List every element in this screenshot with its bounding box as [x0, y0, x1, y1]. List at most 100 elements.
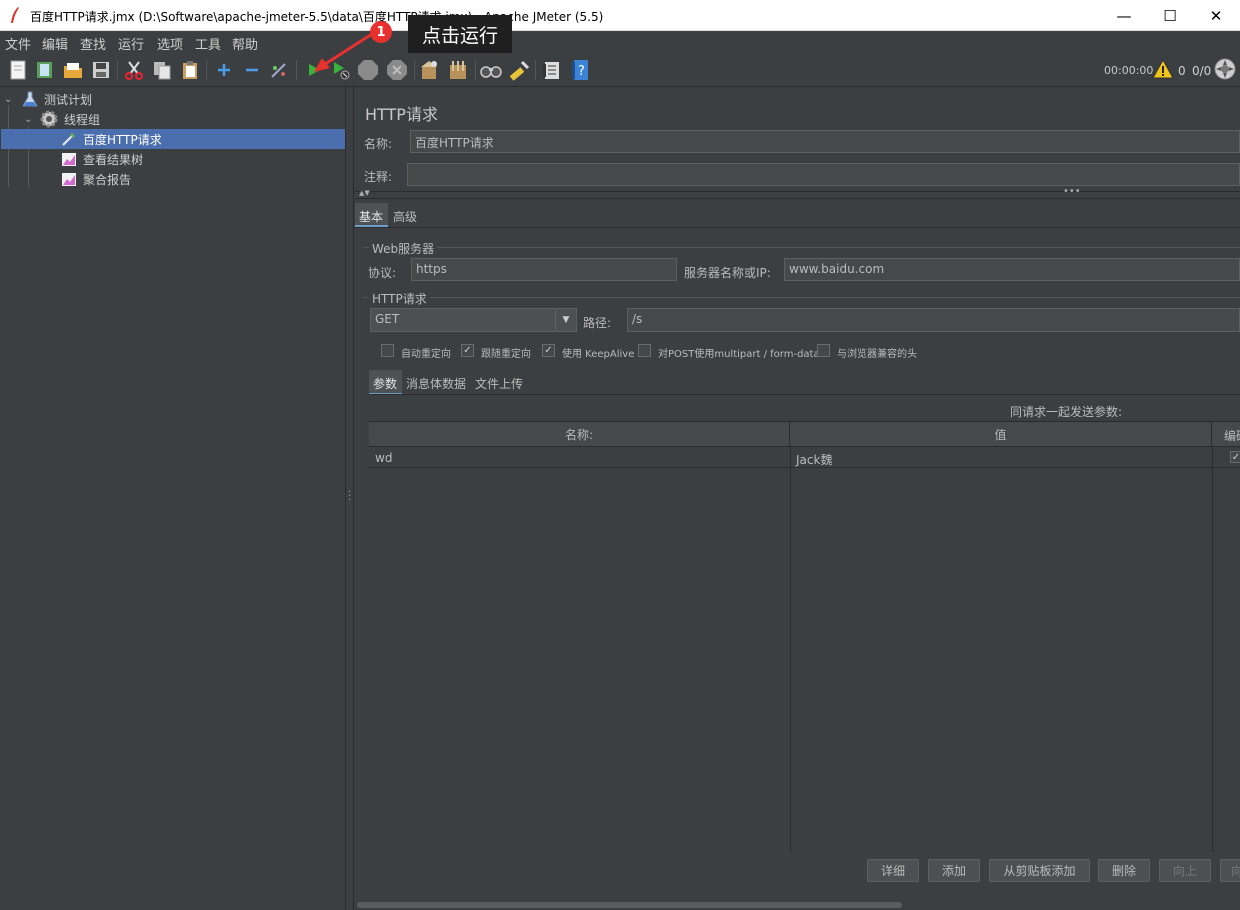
tree-node-label: 聚合报告 — [83, 172, 132, 187]
menu-options[interactable]: 选项 — [157, 34, 183, 53]
expand-icon[interactable] — [213, 59, 235, 81]
keepalive-label: 使用 KeepAlive — [562, 349, 635, 360]
templates-icon[interactable] — [34, 59, 56, 81]
more-icon[interactable]: ••• — [1063, 186, 1081, 197]
reset-search-icon[interactable] — [508, 59, 530, 81]
column-header-value[interactable]: 值 — [790, 422, 1212, 447]
menu-edit[interactable]: 编辑 — [42, 34, 68, 53]
name-label: 名称: — [364, 137, 393, 151]
follow-redirect-checkbox[interactable]: ✓ — [461, 344, 474, 357]
chevron-down-icon[interactable]: ▼ — [555, 309, 576, 331]
server-label: 服务器名称或IP: — [684, 266, 771, 280]
warning-count: 0 — [1178, 64, 1186, 78]
pipette-icon — [62, 133, 75, 146]
name-field[interactable]: 百度HTTP请求 — [410, 130, 1240, 153]
tree-node-thread-group[interactable]: ⌄ 线程组 — [24, 109, 100, 129]
column-header-name[interactable]: 名称: — [369, 422, 790, 447]
scrollbar-thumb[interactable] — [357, 902, 902, 908]
svg-text:?: ? — [578, 64, 585, 79]
tree-node-view-results-tree[interactable]: 查看结果树 — [61, 149, 143, 169]
help-icon[interactable]: ? — [569, 59, 591, 81]
jmeter-feather-icon — [11, 7, 19, 23]
chevron-down-icon[interactable]: ⌄ — [24, 114, 36, 125]
window-title: 百度HTTP请求.jmx (D:\Software\apache-jmeter-… — [30, 10, 604, 24]
path-label: 路径: — [583, 316, 612, 330]
add-button[interactable]: 添加 — [928, 859, 980, 882]
params-caption: 同请求一起发送参数: — [1010, 405, 1123, 419]
collapse-splitter[interactable]: ▲▼ ••• — [355, 186, 1240, 199]
table-row[interactable]: wd Jack魏 ✓ — [369, 447, 1240, 468]
column-header-encode[interactable]: 编码 — [1212, 422, 1240, 447]
save-icon[interactable] — [90, 59, 112, 81]
annotation-badge: 1 — [370, 21, 392, 43]
clear-icon[interactable] — [418, 59, 440, 81]
move-up-button[interactable]: 向上 — [1159, 859, 1211, 882]
browser-headers-label: 与浏览器兼容的头 — [837, 349, 917, 360]
delete-button[interactable]: 删除 — [1098, 859, 1150, 882]
menu-file[interactable]: 文件 — [5, 34, 31, 53]
browser-headers-checkbox[interactable] — [817, 344, 830, 357]
menu-search[interactable]: 查找 — [80, 34, 106, 53]
protocol-label: 协议: — [368, 266, 397, 280]
chevron-down-icon[interactable]: ⌄ — [4, 94, 16, 105]
web-server-group-title: Web服务器 — [369, 240, 438, 257]
param-name-cell[interactable]: wd — [375, 451, 392, 465]
move-down-button[interactable]: 向下 — [1220, 859, 1240, 882]
method-select[interactable]: GET ▼ — [370, 308, 577, 332]
path-field[interactable]: /s — [627, 308, 1240, 332]
drag-handle-icon[interactable]: · · · — [348, 488, 351, 506]
collapse-arrows-icon[interactable]: ▲▼ — [359, 189, 370, 197]
detail-button[interactable]: 详细 — [867, 859, 919, 882]
minimize-button[interactable]: — — [1101, 0, 1147, 31]
tree-node-aggregate-report[interactable]: 聚合报告 — [61, 169, 131, 189]
remote-status-icon — [1214, 58, 1236, 80]
table-header: 名称: 值 编码 — [369, 422, 1240, 447]
annotation-tooltip: 点击运行 — [408, 15, 512, 53]
tree-node-label: 百度HTTP请求 — [83, 132, 162, 147]
multipart-label: 对POST使用multipart / form-data — [658, 349, 820, 360]
tree-node-label: 测试计划 — [44, 92, 93, 107]
comment-field[interactable] — [407, 163, 1240, 186]
paste-icon[interactable] — [179, 59, 201, 81]
menu-help[interactable]: 帮助 — [232, 34, 258, 53]
collapse-icon[interactable] — [241, 59, 263, 81]
warning-icon[interactable] — [1152, 58, 1174, 80]
function-helper-icon[interactable] — [541, 59, 563, 81]
new-icon[interactable] — [7, 59, 29, 81]
clear-all-icon[interactable] — [447, 59, 469, 81]
shutdown-icon[interactable] — [386, 59, 408, 81]
tree-node-test-plan[interactable]: ⌄ 测试计划 — [4, 89, 92, 109]
close-button[interactable]: ✕ — [1193, 0, 1239, 31]
copy-icon[interactable] — [151, 59, 173, 81]
menu-tools[interactable]: 工具 — [195, 34, 221, 53]
params-table: 名称: 值 编码 wd Jack魏 ✓ — [369, 421, 1240, 852]
maximize-button[interactable]: ☐ — [1147, 0, 1193, 31]
toolbar: ? 00:00:00 0 0/0 — [0, 53, 1240, 87]
param-value-cell[interactable]: Jack魏 — [796, 451, 832, 468]
search-icon[interactable] — [480, 59, 502, 81]
keepalive-checkbox[interactable]: ✓ — [542, 344, 555, 357]
toggle-icon[interactable] — [268, 59, 290, 81]
panel-title: HTTP请求 — [365, 105, 438, 124]
cut-icon[interactable] — [123, 59, 145, 81]
tab-parameters[interactable]: 参数 — [369, 370, 402, 395]
tab-file-upload[interactable]: 文件上传 — [475, 375, 523, 392]
horizontal-scrollbar[interactable] — [355, 899, 1240, 910]
param-encode-checkbox[interactable]: ✓ — [1230, 451, 1240, 463]
multipart-checkbox[interactable] — [638, 344, 651, 357]
tree-node-label: 线程组 — [64, 112, 101, 127]
open-icon[interactable] — [62, 59, 84, 81]
follow-redirect-label: 跟随重定向 — [481, 349, 531, 360]
method-value: GET — [375, 312, 400, 326]
tab-body-data[interactable]: 消息体数据 — [406, 375, 466, 392]
auto-redirect-checkbox[interactable] — [381, 344, 394, 357]
http-request-panel: HTTP请求 名称: 百度HTTP请求 注释: ▲▼ ••• 基本 高级 Web… — [355, 87, 1240, 910]
tree-node-http-request[interactable]: 百度HTTP请求 — [1, 129, 345, 149]
protocol-field[interactable]: https — [411, 258, 677, 281]
tab-basic[interactable]: 基本 — [355, 203, 388, 227]
tab-advanced[interactable]: 高级 — [393, 208, 417, 225]
split-divider[interactable]: · · · — [346, 87, 354, 910]
add-from-clipboard-button[interactable]: 从剪贴板添加 — [989, 859, 1090, 882]
server-field[interactable]: www.baidu.com — [784, 258, 1240, 281]
menu-run[interactable]: 运行 — [118, 34, 144, 53]
